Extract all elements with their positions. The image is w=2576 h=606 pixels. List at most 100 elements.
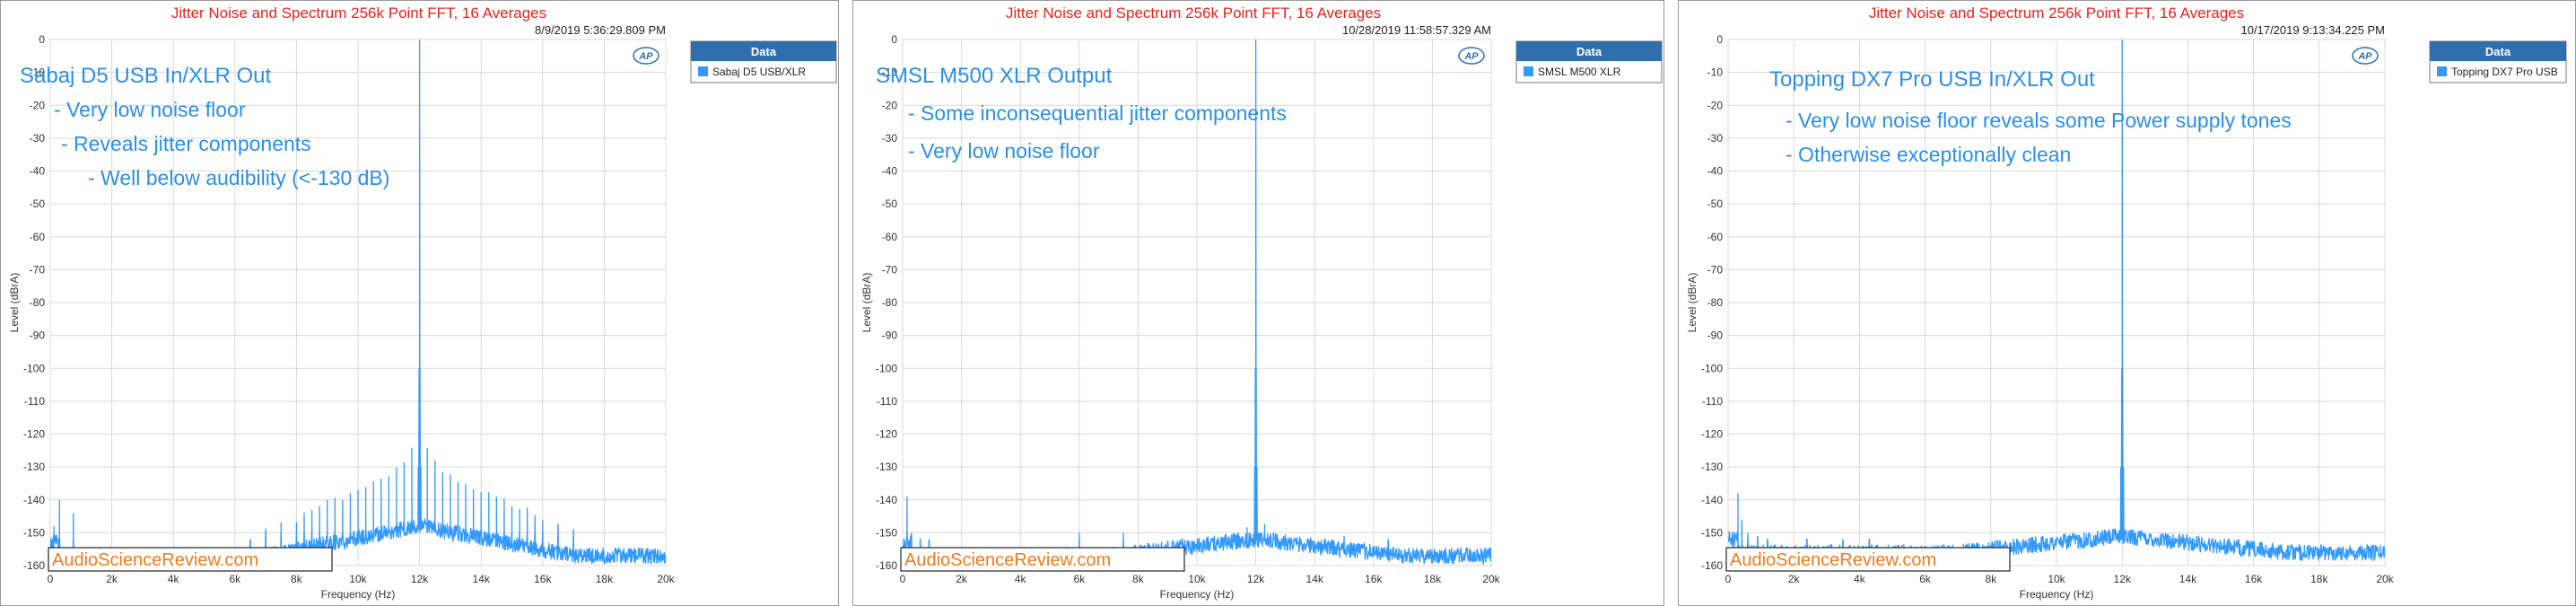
- y-tick-label: -20: [882, 99, 898, 111]
- chart-title: Jitter Noise and Spectrum 256k Point FFT…: [1869, 4, 2244, 22]
- y-tick-label: 0: [891, 33, 897, 46]
- annotation-text: - Very low noise floor: [908, 139, 1100, 162]
- y-tick-label: -150: [1701, 526, 1723, 539]
- y-tick-label: 0: [1716, 33, 1723, 46]
- y-axis-label: Level (dBrA): [8, 273, 21, 333]
- legend-header-text: Data: [2485, 45, 2511, 58]
- y-tick-label: -60: [30, 231, 46, 243]
- x-tick-label: 12k: [2114, 573, 2132, 585]
- y-tick-label: -40: [882, 165, 898, 178]
- annotation-text: - Otherwise exceptionally clean: [1786, 143, 2071, 166]
- chart-title: Jitter Noise and Spectrum 256k Point FFT…: [171, 4, 546, 22]
- y-tick-label: -130: [23, 461, 45, 473]
- x-tick-label: 8k: [1132, 573, 1145, 585]
- legend-header-text: Data: [1576, 45, 1602, 58]
- watermark-text: AudioScienceReview.com: [904, 550, 1111, 570]
- x-tick-label: 16k: [534, 573, 552, 585]
- x-tick-label: 10k: [349, 573, 367, 585]
- y-tick-label: -90: [1707, 329, 1724, 342]
- annotation-text: - Reveals jitter components: [61, 132, 311, 155]
- y-tick-label: -110: [1702, 395, 1723, 408]
- legend-entry: SMSL M500 XLR: [1538, 66, 1621, 78]
- annotation-text: - Very low noise floor: [54, 98, 246, 121]
- watermark-text: AudioScienceReview.com: [1730, 550, 1936, 570]
- x-tick-label: 18k: [2310, 573, 2328, 585]
- x-tick-label: 12k: [1247, 573, 1265, 585]
- y-axis-label: Level (dBrA): [860, 273, 873, 333]
- y-tick-label: -90: [882, 329, 898, 342]
- x-tick-label: 20k: [657, 573, 675, 585]
- legend-entry: Sabaj D5 USB/XLR: [712, 66, 806, 78]
- x-tick-label: 4k: [168, 573, 180, 585]
- y-tick-label: -140: [876, 494, 897, 506]
- y-tick-label: -120: [876, 428, 897, 441]
- x-tick-label: 20k: [2376, 573, 2394, 585]
- y-tick-label: -100: [23, 362, 45, 374]
- y-tick-label: -120: [1701, 428, 1723, 441]
- fft-chart-svg: Jitter Noise and Spectrum 256k Point FFT…: [0, 0, 839, 606]
- y-tick-label: -40: [1707, 165, 1724, 178]
- x-tick-label: 12k: [411, 573, 429, 585]
- x-tick-label: 14k: [2179, 573, 2197, 585]
- x-tick-label: 14k: [1306, 573, 1324, 585]
- y-tick-label: -160: [1701, 559, 1723, 572]
- annotation-text: - Some inconsequential jitter components: [908, 101, 1287, 125]
- x-axis-label: Frequency (Hz): [2020, 588, 2094, 601]
- x-axis-label: Frequency (Hz): [1160, 588, 1235, 601]
- y-tick-label: -90: [30, 329, 46, 342]
- legend-swatch: [2437, 66, 2447, 76]
- y-tick-label: -130: [1701, 461, 1723, 473]
- x-tick-label: 20k: [1482, 573, 1500, 585]
- ap-logo-text: AP: [1463, 51, 1479, 62]
- x-tick-label: 16k: [2245, 573, 2263, 585]
- y-tick-label: -70: [1707, 263, 1724, 276]
- ap-logo-text: AP: [638, 51, 653, 62]
- fft-chart-svg: Jitter Noise and Spectrum 256k Point FFT…: [852, 0, 1664, 606]
- x-axis-label: Frequency (Hz): [321, 588, 396, 601]
- y-tick-label: -80: [882, 296, 898, 309]
- y-tick-label: -70: [30, 263, 46, 276]
- x-tick-label: 8k: [291, 573, 303, 585]
- x-tick-label: 6k: [1919, 573, 1932, 585]
- x-tick-label: 4k: [1015, 573, 1027, 585]
- annotation-text: - Very low noise floor reveals some Powe…: [1786, 109, 2292, 132]
- y-tick-label: -30: [30, 132, 46, 145]
- y-tick-label: -40: [30, 165, 46, 178]
- y-tick-label: -60: [882, 231, 898, 243]
- y-axis-label: Level (dBrA): [1686, 273, 1698, 333]
- y-tick-label: -50: [30, 198, 46, 210]
- y-tick-label: -110: [24, 395, 45, 408]
- timestamp: 10/17/2019 9:13:34.225 PM: [2241, 23, 2385, 37]
- y-tick-label: -50: [882, 198, 898, 210]
- x-tick-label: 18k: [596, 573, 614, 585]
- legend-entry: Topping DX7 Pro USB: [2451, 66, 2558, 78]
- x-tick-label: 0: [1725, 573, 1732, 585]
- timestamp: 10/28/2019 11:58:57.329 AM: [1342, 23, 1491, 37]
- x-tick-label: 14k: [473, 573, 491, 585]
- chart-title: Jitter Noise and Spectrum 256k Point FFT…: [1006, 4, 1381, 22]
- y-tick-label: -30: [882, 132, 898, 145]
- annotation-text: - Well below audibility (<-130 dB): [88, 166, 389, 189]
- annotation-text: SMSL M500 XLR Output: [876, 64, 1113, 88]
- y-tick-label: -130: [876, 461, 897, 473]
- x-tick-label: 2k: [956, 573, 968, 585]
- y-tick-label: -80: [30, 296, 46, 309]
- fft-chart-panel-topping: Jitter Noise and Spectrum 256k Point FFT…: [1678, 0, 2576, 606]
- fft-chart-panel-sabaj: Jitter Noise and Spectrum 256k Point FFT…: [0, 0, 839, 606]
- legend-header-text: Data: [751, 45, 777, 58]
- y-tick-label: -150: [23, 526, 45, 539]
- x-tick-label: 18k: [1424, 573, 1442, 585]
- x-tick-label: 6k: [229, 573, 241, 585]
- y-tick-label: -60: [1707, 231, 1724, 243]
- ap-logo-text: AP: [2357, 51, 2372, 62]
- y-tick-label: -50: [1707, 198, 1724, 210]
- y-tick-label: -120: [23, 428, 45, 441]
- x-tick-label: 2k: [1788, 573, 1801, 585]
- y-tick-label: -100: [1701, 362, 1723, 374]
- y-tick-label: -160: [876, 559, 897, 572]
- x-tick-label: 8k: [1985, 573, 1997, 585]
- legend-swatch: [1524, 66, 1533, 76]
- x-tick-label: 10k: [1188, 573, 1206, 585]
- annotation-text: Topping DX7 Pro USB In/XLR Out: [1769, 67, 2095, 92]
- y-tick-label: -20: [1707, 99, 1724, 111]
